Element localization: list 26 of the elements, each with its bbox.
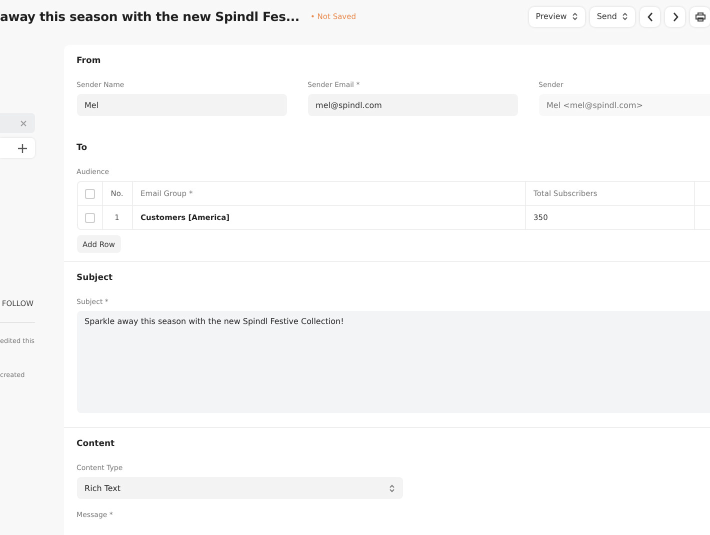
previous-button[interactable]: [640, 6, 660, 26]
dropdown-button[interactable]: Send: [590, 6, 635, 26]
close-icon: [20, 120, 27, 126]
input-field[interactable]: Mel: [76, 94, 287, 116]
section-heading: Content: [76, 439, 115, 449]
subject-textarea[interactable]: Sparkle away this season with the new Spindl Festive Collection!: [76, 311, 710, 413]
section-heading: From: [76, 56, 101, 66]
chevron-icon: [622, 12, 628, 21]
select-field[interactable]: Rich Text: [76, 477, 403, 499]
chevron-left-icon: [646, 12, 654, 22]
input-field[interactable]: Mel <mel@spindl.com>: [538, 94, 710, 116]
page-title: away this season with the new Spindl Fes...: [0, 9, 300, 24]
print-button[interactable]: [690, 6, 710, 26]
printer-icon: [694, 12, 706, 22]
chevron-icon: [572, 12, 578, 21]
checkbox[interactable]: [84, 188, 95, 198]
input-field[interactable]: mel@spindl.com: [308, 94, 518, 116]
plus-icon: [18, 144, 27, 152]
section-heading: Subject: [76, 273, 113, 283]
add-tag-button[interactable]: [0, 138, 35, 158]
chevron-icon: [388, 484, 395, 492]
checkbox[interactable]: [84, 212, 95, 222]
dropdown-button[interactable]: Preview: [528, 6, 585, 26]
next-button[interactable]: [665, 6, 685, 26]
chevron-right-icon: [672, 12, 678, 22]
section-heading: To: [76, 143, 88, 153]
